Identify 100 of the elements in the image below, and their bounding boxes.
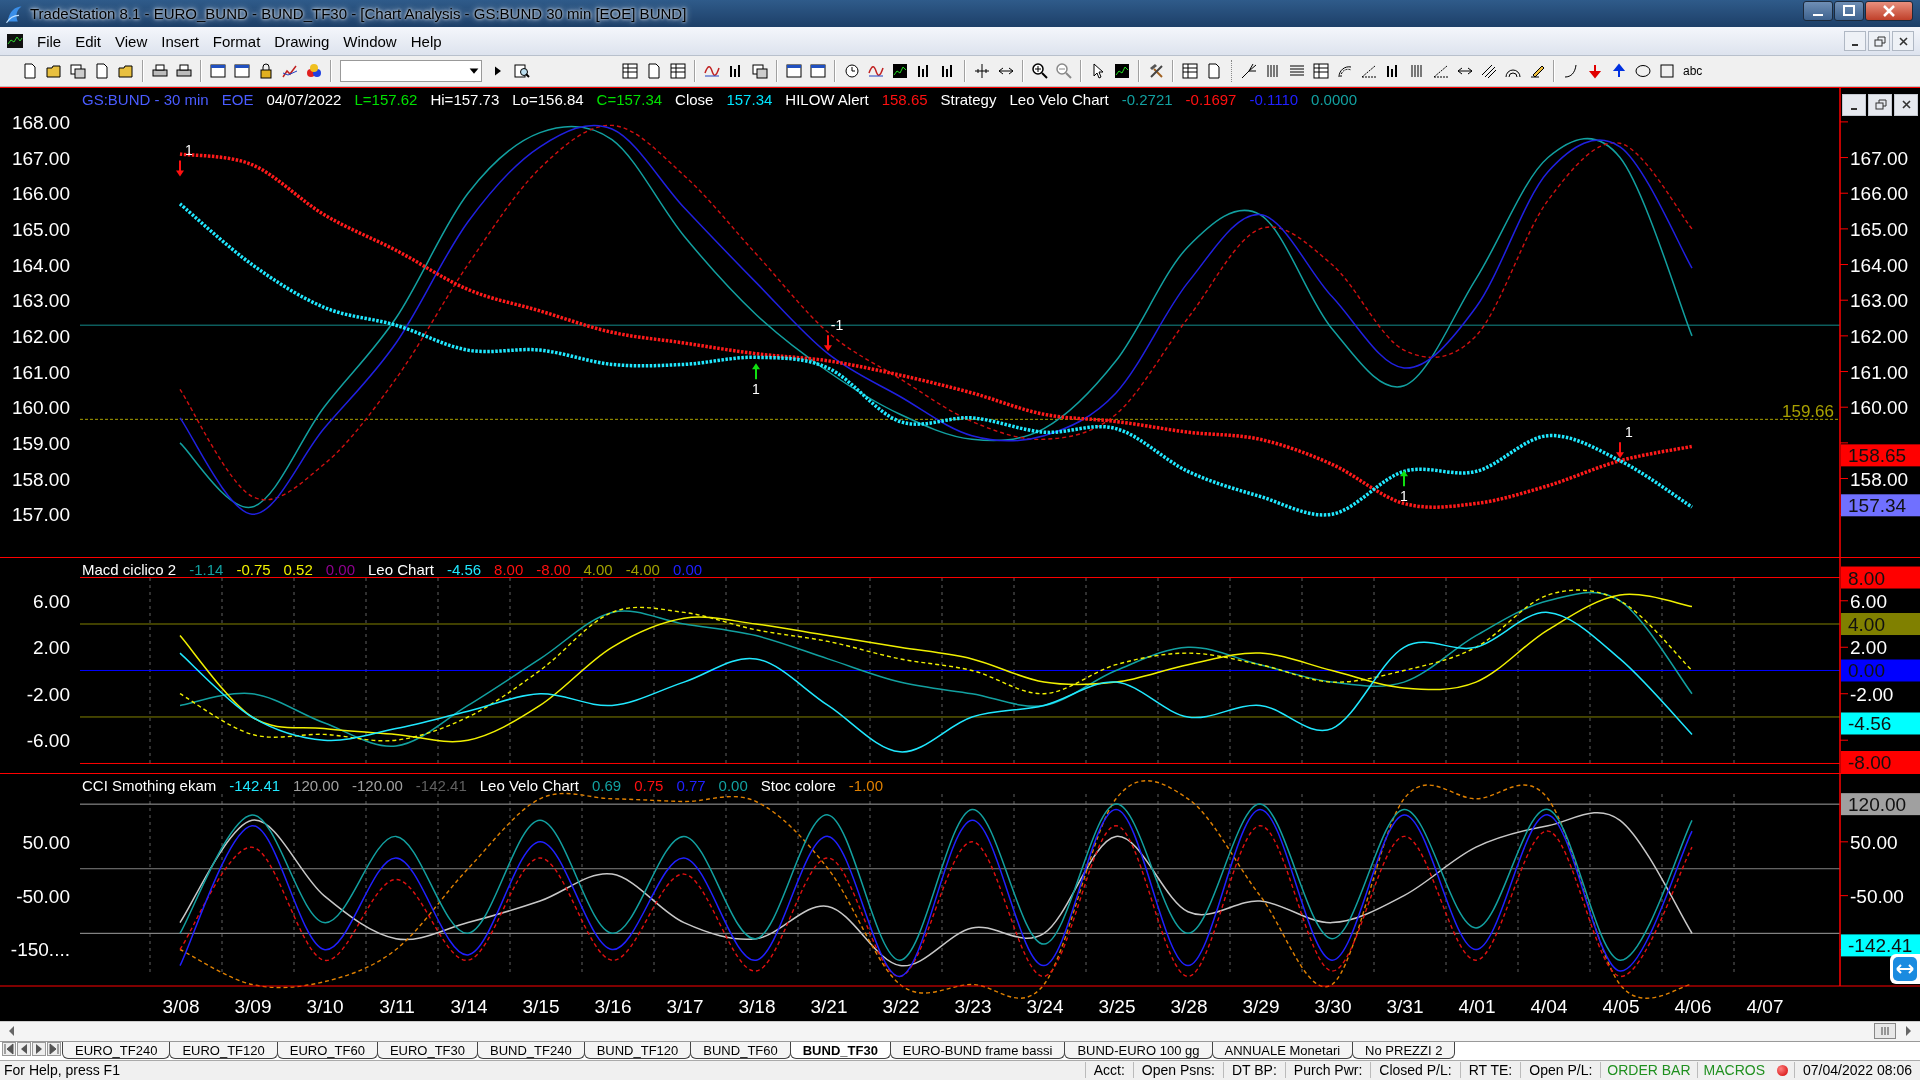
close-icon <box>1881 3 1897 19</box>
crosshair-icon <box>974 63 990 79</box>
sheet-tab[interactable]: EURO_TF120 <box>169 1042 278 1060</box>
ref-line-label: -8.00 <box>1848 751 1892 773</box>
status-field: RT TE: <box>1459 1062 1521 1079</box>
text-tool-button[interactable]: abc <box>1679 59 1707 83</box>
menu-item[interactable]: Insert <box>154 29 206 53</box>
axis-label: -2.00 <box>26 683 70 705</box>
restore-icon <box>1871 33 1887 49</box>
legend-label: Macd ciclico 2 <box>82 560 177 578</box>
ellipse-icon <box>1635 63 1651 79</box>
windows-icon <box>752 63 768 79</box>
close-button[interactable] <box>1865 1 1913 21</box>
sheet-tab[interactable]: EURO_TF30 <box>376 1042 479 1060</box>
arc-icon <box>1337 63 1353 79</box>
zoom-in-icon <box>1032 63 1048 79</box>
legend-label: Leo Chart <box>368 560 434 578</box>
legend-label: Close <box>675 90 714 108</box>
legend-label: 0.75 <box>634 776 664 794</box>
next-sheet-icon[interactable] <box>32 1042 46 1057</box>
document-icon <box>1206 63 1222 79</box>
minimize-button[interactable] <box>1803 1 1833 21</box>
axis-label: 2.00 <box>1850 636 1887 658</box>
vertical-lines-icon <box>1265 63 1281 79</box>
sheet-tab[interactable]: EURO-BUND frame bassi <box>889 1042 1066 1060</box>
last-sheet-icon[interactable] <box>47 1042 61 1057</box>
legend-label: 158.65 <box>881 90 928 108</box>
previous-sheet-icon[interactable] <box>17 1042 31 1057</box>
document-icon <box>22 63 38 79</box>
axis-label: 162.00 <box>1850 325 1909 347</box>
monitor-icon <box>892 63 908 79</box>
sheet-tab[interactable]: BUND-EURO 100 gg <box>1064 1042 1213 1060</box>
chart-icon <box>6 33 24 50</box>
wave-icon <box>704 63 720 79</box>
minimize-button[interactable] <box>1844 31 1866 52</box>
legend-label: 0.69 <box>592 776 622 794</box>
horizontal-lines-icon <box>1289 63 1305 79</box>
date-label: 3/11 <box>379 995 415 1017</box>
remote-control-button[interactable] <box>1890 953 1920 984</box>
date-label: 3/15 <box>522 995 560 1017</box>
pencil-icon <box>1529 63 1545 79</box>
level-label: 159.66 <box>1782 401 1834 421</box>
menu-item[interactable]: Window <box>336 29 404 53</box>
axis-label: -2.00 <box>1850 683 1894 705</box>
monitor-icon <box>1114 63 1130 79</box>
axis-label: 161.00 <box>11 361 70 383</box>
pointer-icon <box>1090 63 1106 79</box>
legend-label: 04/07/2022 <box>266 90 342 108</box>
status-field: Closed P/L: <box>1370 1062 1460 1079</box>
sheet-tab[interactable]: ANNUALE Monetari <box>1211 1042 1354 1060</box>
sheet-tab[interactable]: BUND_TF120 <box>583 1042 692 1060</box>
sheet-tab[interactable]: No PREZZI 2 <box>1352 1042 1456 1060</box>
sheet-tab[interactable]: EURO_TF240 <box>62 1042 171 1060</box>
legend-label: EOE <box>221 90 254 108</box>
first-sheet-icon[interactable] <box>2 1042 16 1057</box>
date-label: 3/09 <box>234 995 272 1017</box>
menu-item[interactable]: Format <box>205 29 268 53</box>
date-label: 3/22 <box>882 995 920 1017</box>
sheet-tab[interactable]: BUND_TF60 <box>690 1042 791 1060</box>
menu-item[interactable]: Edit <box>68 29 109 53</box>
legend-label: CCI Smothing ekam <box>82 776 217 794</box>
legend-label: 0.00 <box>672 560 703 578</box>
restore-button[interactable] <box>1868 93 1892 116</box>
legend-label: 0.00 <box>718 776 748 794</box>
legend-label: 0.77 <box>676 776 706 794</box>
printer-icon <box>152 63 168 79</box>
axis-label: 162.00 <box>11 325 70 347</box>
axis-label: 160.00 <box>1850 396 1909 418</box>
maximize-button[interactable] <box>1834 1 1864 21</box>
legend-label: HILOW Alert <box>785 90 869 108</box>
signal-label: 1 <box>752 381 760 397</box>
menu-item[interactable]: View <box>108 29 155 53</box>
table-icon <box>670 63 686 79</box>
menu-item[interactable]: File <box>30 29 69 53</box>
zoom-out-icon <box>1056 63 1072 79</box>
axis-label: 164.00 <box>1850 254 1909 276</box>
close-button[interactable] <box>1892 31 1914 52</box>
date-label: 3/25 <box>1098 995 1136 1017</box>
status-indicator[interactable]: ORDER BAR <box>1600 1062 1697 1079</box>
axis-label: 166.00 <box>11 182 70 204</box>
value-badge: 120.00 <box>1841 792 1920 815</box>
menu-item[interactable]: Help <box>403 29 449 53</box>
axis-label: 165.00 <box>1850 218 1909 240</box>
sheet-tab[interactable]: BUND_TF240 <box>477 1042 585 1060</box>
date-label: 3/28 <box>1170 995 1208 1017</box>
menu-item[interactable]: Drawing <box>267 29 337 53</box>
date-label: 3/21 <box>810 995 848 1017</box>
legend-label: -142.41 <box>415 776 467 794</box>
status-indicator[interactable]: MACROS <box>1696 1062 1771 1079</box>
date-label: 3/31 <box>1386 995 1424 1017</box>
legend-label: 0.52 <box>283 560 313 578</box>
windows-icon <box>70 63 86 79</box>
legend-label: -8.00 <box>536 560 571 578</box>
table-icon <box>1313 63 1329 79</box>
sheet-tab[interactable]: EURO_TF60 <box>276 1042 378 1060</box>
axis-label: 6.00 <box>1850 590 1887 612</box>
up-arrow-icon <box>752 363 760 379</box>
axis-label: -6.00 <box>26 729 70 751</box>
legend-label: -0.75 <box>236 560 271 578</box>
rectangle-icon <box>1659 63 1675 79</box>
